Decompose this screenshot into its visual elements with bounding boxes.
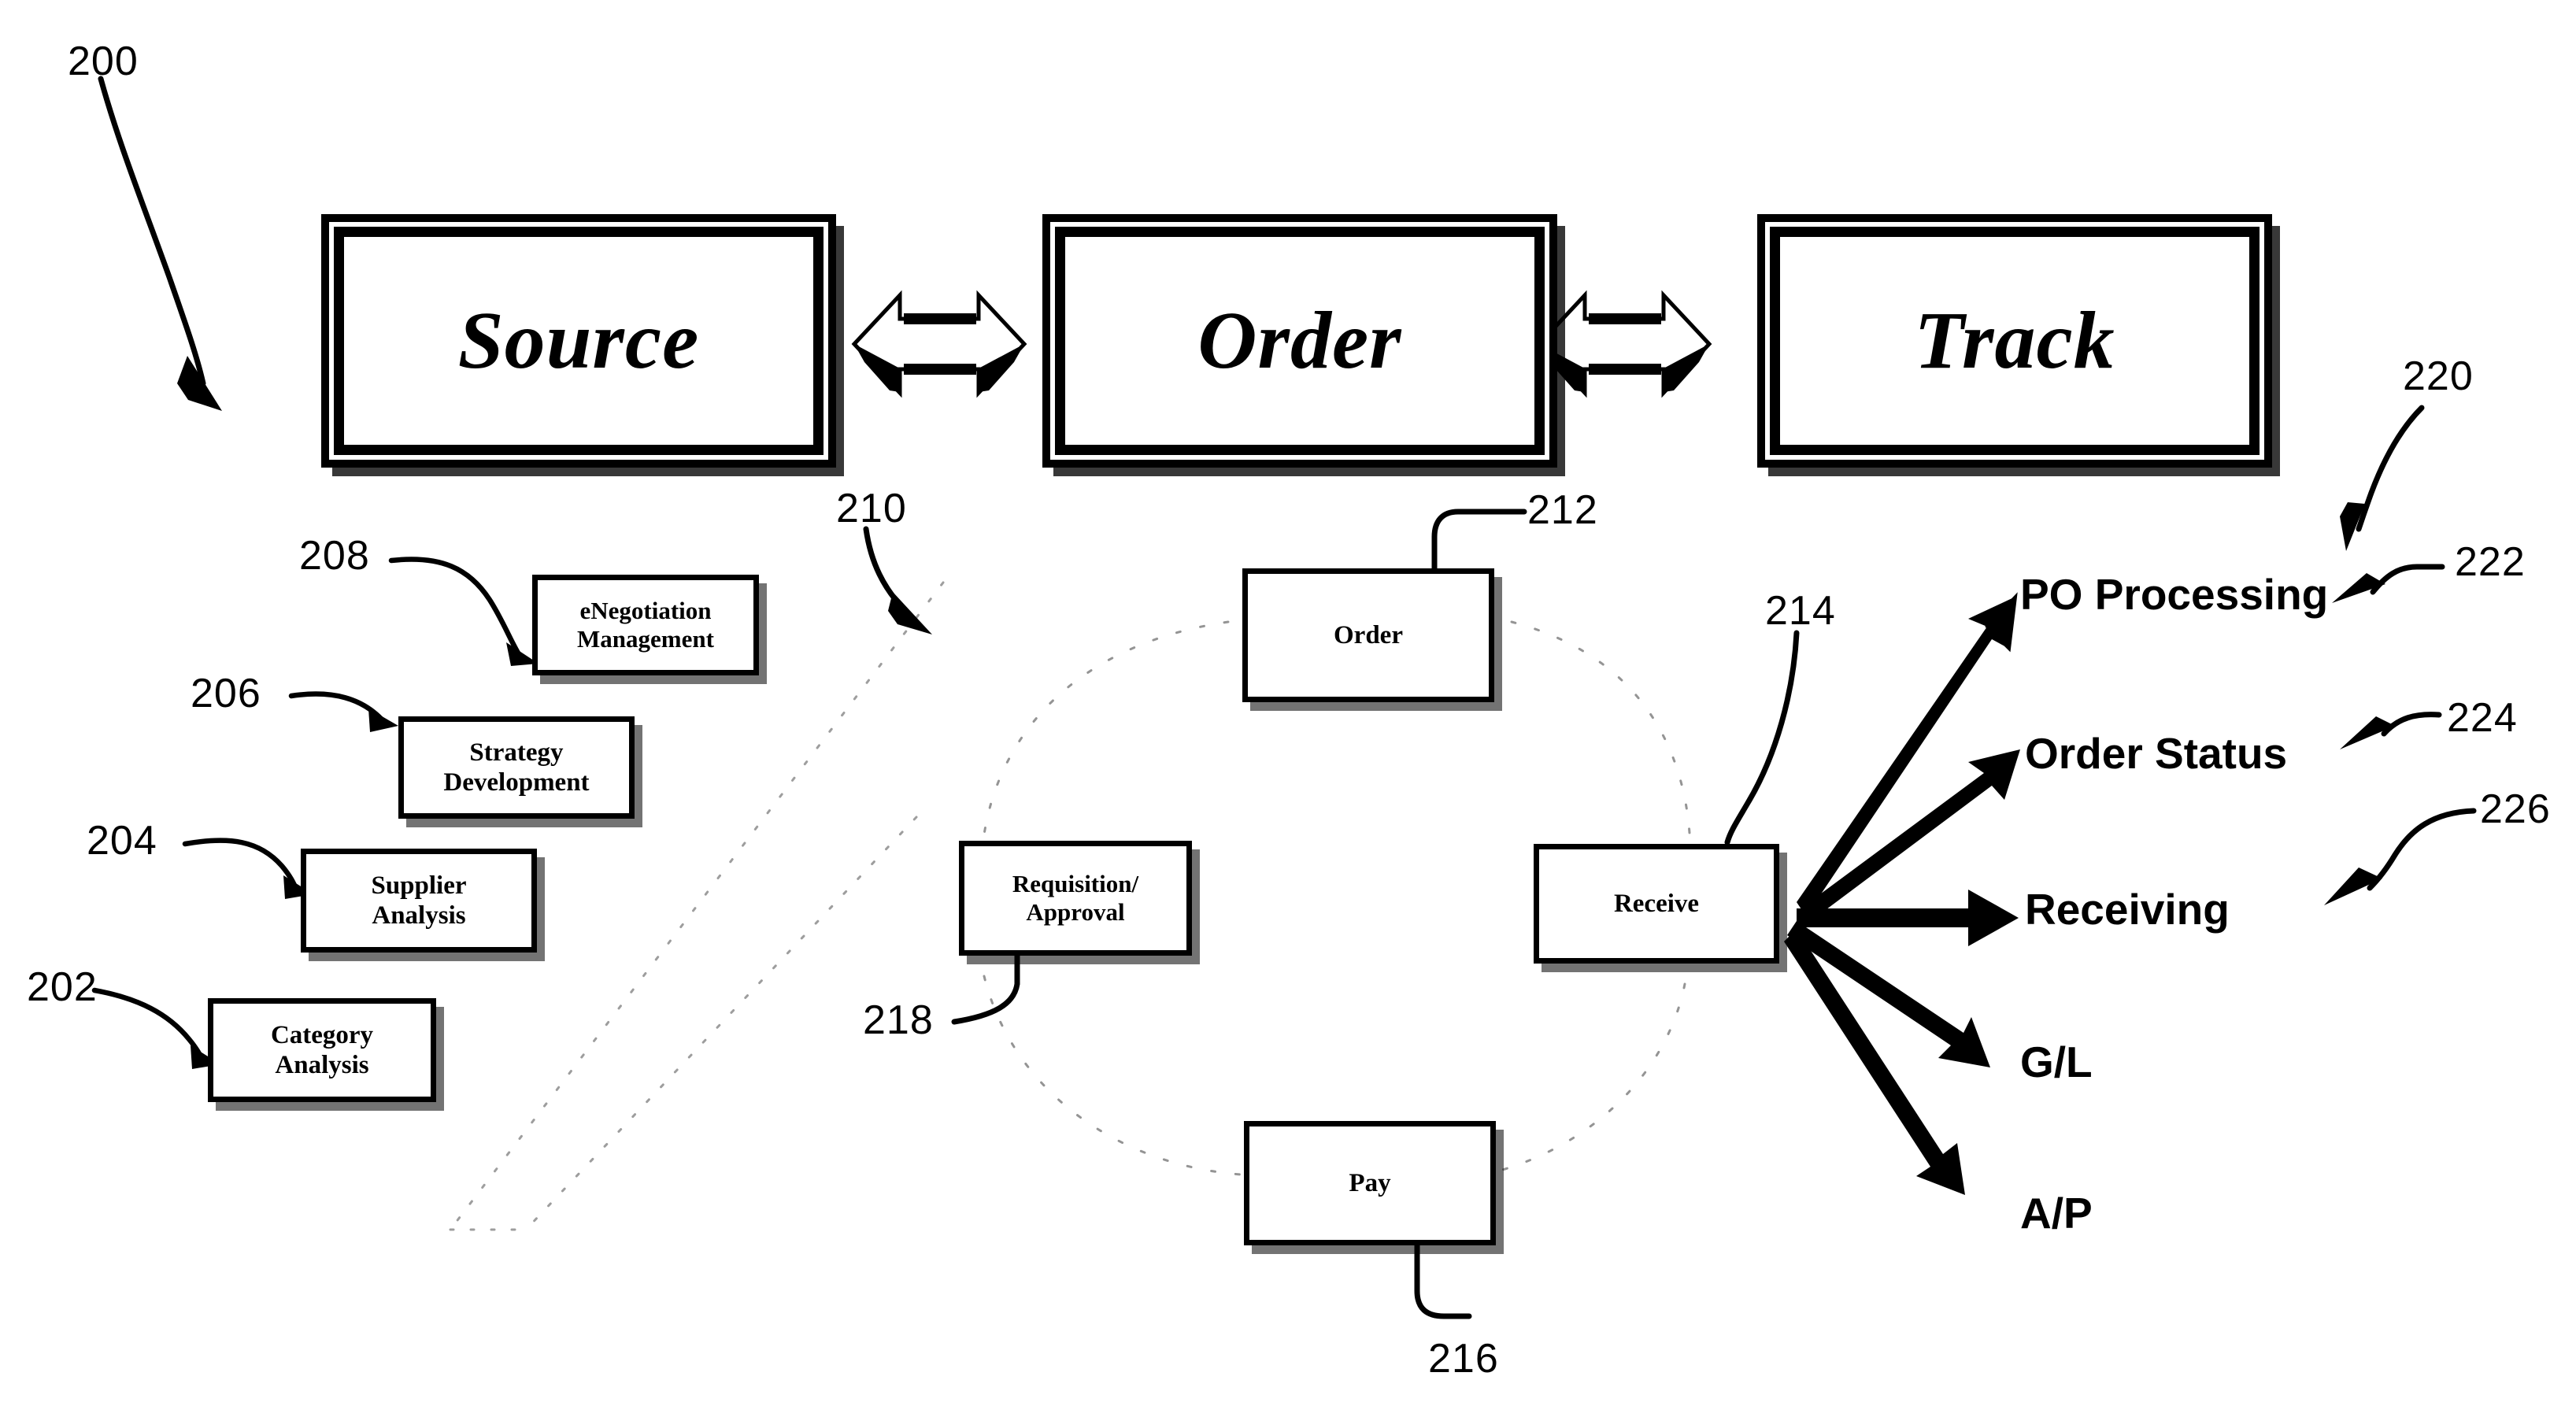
track-radiating-arrows bbox=[1784, 592, 2020, 1195]
arrow-to-receiving bbox=[1797, 890, 2019, 946]
refnum-212: 212 bbox=[1527, 487, 1598, 533]
leader-206 bbox=[288, 691, 398, 732]
arrow-to-gl bbox=[1787, 921, 1990, 1067]
refnum-206: 206 bbox=[191, 671, 261, 716]
box-strategy-development[interactable]: Strategy Development bbox=[398, 716, 635, 819]
leader-202 bbox=[91, 987, 220, 1069]
box-pay[interactable]: Pay bbox=[1244, 1121, 1496, 1245]
banner-source[interactable]: Source bbox=[334, 227, 824, 455]
arrow-to-po-processing bbox=[1797, 592, 2018, 916]
leader-204 bbox=[182, 838, 313, 899]
leader-220 bbox=[2340, 405, 2425, 551]
box-enegotiation-management-label: eNegotiation Management bbox=[577, 597, 714, 653]
banner-order[interactable]: Order bbox=[1055, 227, 1545, 455]
box-requisition-approval-label: Requisition/ Approval bbox=[1012, 870, 1139, 926]
refnum-214: 214 bbox=[1765, 588, 1836, 634]
refnum-216: 216 bbox=[1428, 1336, 1499, 1382]
leader-214 bbox=[1724, 630, 1800, 845]
leader-210 bbox=[863, 526, 932, 634]
refnum-204: 204 bbox=[87, 818, 157, 864]
refnum-222: 222 bbox=[2455, 539, 2526, 585]
refnum-200: 200 bbox=[68, 39, 139, 84]
box-category-analysis-label: Category Analysis bbox=[270, 1020, 374, 1079]
refnum-220: 220 bbox=[2403, 353, 2474, 399]
leader-218 bbox=[951, 951, 1020, 1025]
box-supplier-analysis[interactable]: Supplier Analysis bbox=[301, 849, 537, 953]
track-label-gl[interactable]: G/L bbox=[2020, 1041, 2093, 1084]
refnum-210: 210 bbox=[836, 486, 907, 531]
refnum-202: 202 bbox=[27, 964, 98, 1010]
box-strategy-development-label: Strategy Development bbox=[443, 738, 590, 797]
box-category-analysis[interactable]: Category Analysis bbox=[208, 998, 436, 1102]
leader-224 bbox=[2340, 712, 2442, 749]
box-order-label: Order bbox=[1334, 620, 1403, 649]
box-supplier-analysis-label: Supplier Analysis bbox=[371, 871, 467, 930]
refnum-226: 226 bbox=[2480, 786, 2551, 832]
arrow-to-order-status bbox=[1797, 749, 2020, 926]
refnum-208: 208 bbox=[299, 533, 370, 579]
refnum-218: 218 bbox=[863, 997, 934, 1043]
track-label-receiving[interactable]: Receiving bbox=[2025, 888, 2230, 931]
banner-source-label: Source bbox=[457, 295, 700, 386]
track-label-po-processing[interactable]: PO Processing bbox=[2020, 573, 2328, 616]
box-receive[interactable]: Receive bbox=[1534, 844, 1779, 964]
bidirectional-arrow-source-order bbox=[851, 290, 1027, 398]
box-requisition-approval[interactable]: Requisition/ Approval bbox=[959, 841, 1192, 956]
box-receive-label: Receive bbox=[1613, 889, 1700, 918]
arrow-to-ap bbox=[1784, 929, 1965, 1195]
banner-track[interactable]: Track bbox=[1770, 227, 2260, 455]
track-label-order-status[interactable]: Order Status bbox=[2025, 732, 2287, 775]
leader-226 bbox=[2324, 808, 2477, 905]
patent-figure-canvas: Source Order Track eNegotiation Manageme… bbox=[0, 0, 2576, 1428]
bidirectional-arrow-order-track bbox=[1536, 290, 1712, 398]
leader-212 bbox=[1431, 509, 1527, 572]
banner-order-label: Order bbox=[1197, 295, 1402, 386]
refnum-224: 224 bbox=[2447, 695, 2518, 741]
box-enegotiation-management[interactable]: eNegotiation Management bbox=[532, 575, 759, 675]
leader-222 bbox=[2332, 564, 2445, 603]
leader-200 bbox=[98, 76, 222, 411]
box-order[interactable]: Order bbox=[1242, 568, 1494, 702]
leader-216 bbox=[1414, 1241, 1472, 1319]
banner-track-label: Track bbox=[1914, 295, 2115, 386]
track-label-ap[interactable]: A/P bbox=[2020, 1192, 2093, 1235]
box-pay-label: Pay bbox=[1349, 1168, 1391, 1197]
leader-208 bbox=[388, 557, 539, 666]
